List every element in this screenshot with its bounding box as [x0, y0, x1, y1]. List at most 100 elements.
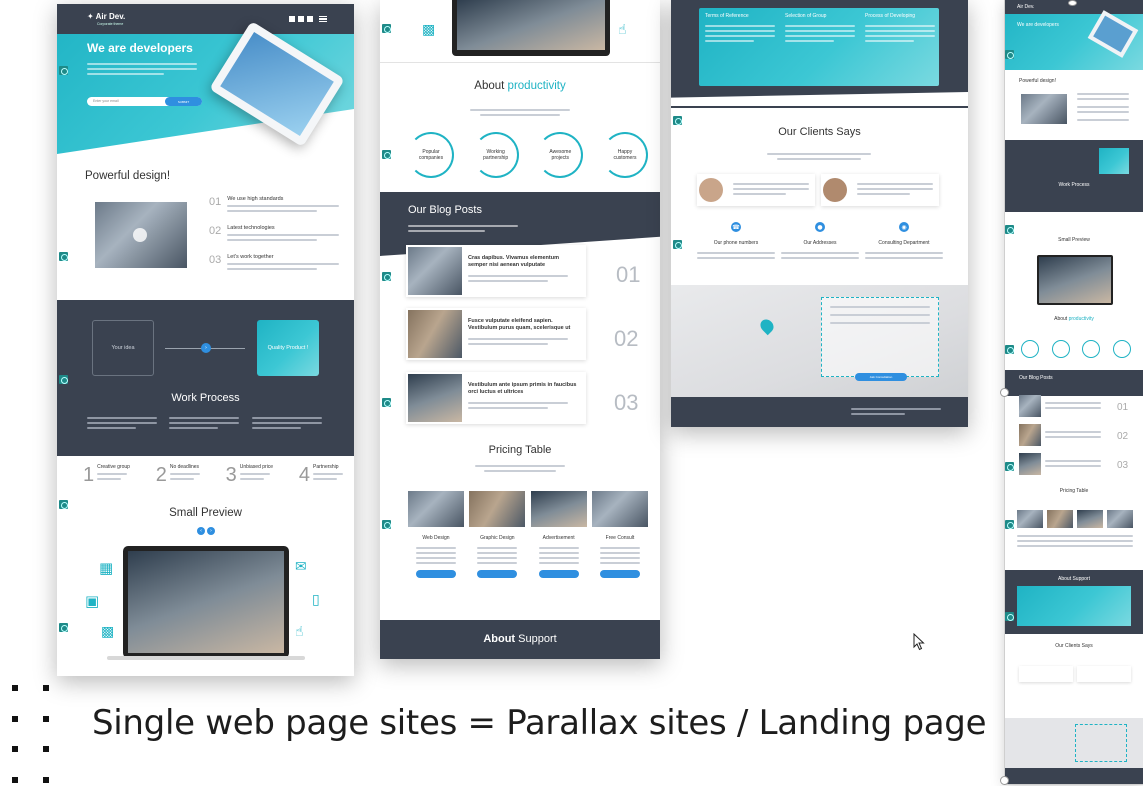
work-process-section: Your idea › Quality Product ! Work Proce…	[57, 300, 354, 456]
facebook-icon[interactable]	[289, 16, 295, 22]
prev-icon[interactable]: ‹	[197, 527, 205, 535]
presentation-slide: ✦ Air Dev. Corporate theme We are develo…	[0, 0, 1143, 786]
arrow-node-icon: ›	[201, 343, 211, 353]
thumb-pricing-title: Pricing Table	[1059, 488, 1089, 494]
section-title-powerful: Powerful design!	[85, 170, 171, 182]
slide-caption: Single web page sites = Parallax sites /…	[92, 703, 987, 743]
globe-icon: ◉	[899, 222, 909, 232]
thumb-hero: Air Dev. We are developers	[1005, 0, 1143, 70]
pricing-cards: Web Design Graphic Design Advertisement …	[408, 491, 648, 578]
post-number: 01	[616, 262, 641, 287]
thumb-small-preview: Small Preview	[1058, 237, 1090, 243]
stats-circles: Popular companies Working partnership Aw…	[408, 132, 648, 178]
pricing-button[interactable]	[599, 570, 640, 578]
next-icon[interactable]: ›	[207, 527, 215, 535]
pricing-card: Graphic Design	[469, 491, 526, 578]
pricing-title: Pricing Table	[488, 444, 552, 456]
thumbs-up-icon: ☝	[618, 22, 627, 38]
thumb-work-process: Work Process	[1005, 140, 1143, 212]
post-number: 02	[614, 326, 639, 351]
section-marker-icon	[59, 375, 68, 384]
section-marker-icon	[673, 116, 682, 125]
monitor-icon: ▣	[85, 592, 100, 610]
logo[interactable]: ✦ Air Dev.	[87, 12, 125, 21]
stats-row: 1 Creative group 2 No deadlines 3 Unbiased …	[83, 464, 343, 487]
resize-handle[interactable]	[1068, 0, 1077, 6]
section-marker-icon	[382, 398, 391, 407]
phone-icon: ☎	[731, 222, 741, 232]
thumbs-up-icon: ☝	[295, 624, 304, 640]
pricing-button[interactable]	[477, 570, 518, 578]
blog-post-card[interactable]: Cras dapibus. Vivamus elementum semper n…	[406, 245, 586, 297]
menu-icon[interactable]	[319, 16, 327, 22]
section-marker-icon	[382, 520, 391, 529]
about-title: About productivity	[474, 80, 566, 92]
resize-handle[interactable]	[1000, 776, 1009, 785]
video-thumbnail[interactable]	[95, 202, 187, 268]
feature-list: 01 We use high standards 02 Latest technol…	[209, 196, 339, 273]
section-marker-icon	[59, 500, 68, 509]
twitter-icon[interactable]	[298, 16, 304, 22]
thumb-about: About productivity	[1054, 316, 1094, 322]
thumb-about-support: About Support	[1005, 570, 1143, 634]
logo-mark-icon: ✦	[87, 12, 94, 21]
section-marker-icon	[673, 240, 682, 249]
preview-nav[interactable]: ‹ ›	[197, 527, 215, 535]
about-support-banner: About Support	[380, 620, 660, 659]
logo-subtitle: Corporate theme	[97, 22, 124, 26]
mockup-blog-page: ▩ ☝ About productivity Popular companies…	[380, 0, 660, 659]
your-idea-box: Your idea	[92, 320, 154, 376]
resize-handle[interactable]	[1000, 388, 1009, 397]
small-preview-title: Small Preview	[169, 507, 242, 519]
testimonial-card	[821, 174, 939, 206]
section-marker-icon	[59, 252, 68, 261]
mouse-cursor-icon	[913, 633, 925, 651]
mockup-full-page-thumbnail: Air Dev. We are developers Powerful desi…	[1005, 0, 1143, 784]
map[interactable]: Ask Consultation	[671, 285, 968, 397]
footer	[671, 397, 968, 427]
image-icon: ▩	[422, 22, 436, 38]
testimonial-card	[697, 174, 815, 206]
linkedin-icon[interactable]	[307, 16, 313, 22]
laptop-image-top	[452, 0, 610, 56]
section-marker-icon	[382, 24, 391, 33]
contact-form[interactable]	[821, 297, 939, 377]
pricing-card: Free Consult	[591, 491, 648, 578]
post-number: 03	[614, 390, 639, 415]
clients-title: Our Clients Says	[778, 126, 861, 138]
quality-product-box: Quality Product !	[257, 320, 319, 376]
section-marker-icon	[1005, 462, 1014, 471]
work-process-title: Work Process	[171, 392, 240, 404]
section-marker-icon	[59, 623, 68, 632]
tablet-icon: ▯	[312, 592, 320, 608]
section-marker-icon	[382, 272, 391, 281]
support-box: Terms of Reference Selection of Group Pr…	[699, 8, 939, 86]
location-icon: ●	[815, 222, 825, 232]
blog-post-card[interactable]: Vestibulum ante ipsum primis in faucibus…	[406, 372, 586, 424]
contact-columns: ☎ Our phone numbers ● Our Addresses ◉ Consu…	[697, 222, 943, 262]
image-icon: ▩	[101, 624, 115, 640]
ask-consultation-button[interactable]: Ask Consultation	[855, 373, 907, 381]
pricing-card: Advertisement	[530, 491, 587, 578]
pricing-button[interactable]	[538, 570, 579, 578]
thumb-powerful-title: Powerful design!	[1019, 78, 1056, 84]
calendar-icon: ▦	[99, 559, 114, 577]
section-marker-icon	[1005, 612, 1014, 621]
thumb-blog-title: Our Blog Posts	[1019, 375, 1053, 381]
section-marker-icon	[382, 150, 391, 159]
play-icon[interactable]	[133, 228, 147, 242]
avatar	[823, 178, 847, 202]
pricing-card: Web Design	[408, 491, 464, 578]
hero-title: We are developers	[87, 41, 193, 55]
section-marker-icon	[1005, 225, 1014, 234]
map-pin-icon[interactable]	[757, 316, 777, 336]
thumb-clients-title: Our Clients Says	[1055, 643, 1093, 649]
mockup-contact-page: Terms of Reference Selection of Group Pr…	[671, 0, 968, 427]
section-marker-icon	[59, 66, 68, 75]
submit-button[interactable]: SUBMIT	[165, 97, 202, 106]
blog-post-card[interactable]: Fusce vulputate eleifend sapien. Vestibu…	[406, 308, 586, 360]
avatar	[699, 178, 723, 202]
pricing-button[interactable]	[416, 570, 456, 578]
social-icons[interactable]	[289, 16, 313, 22]
section-marker-icon	[1005, 345, 1014, 354]
